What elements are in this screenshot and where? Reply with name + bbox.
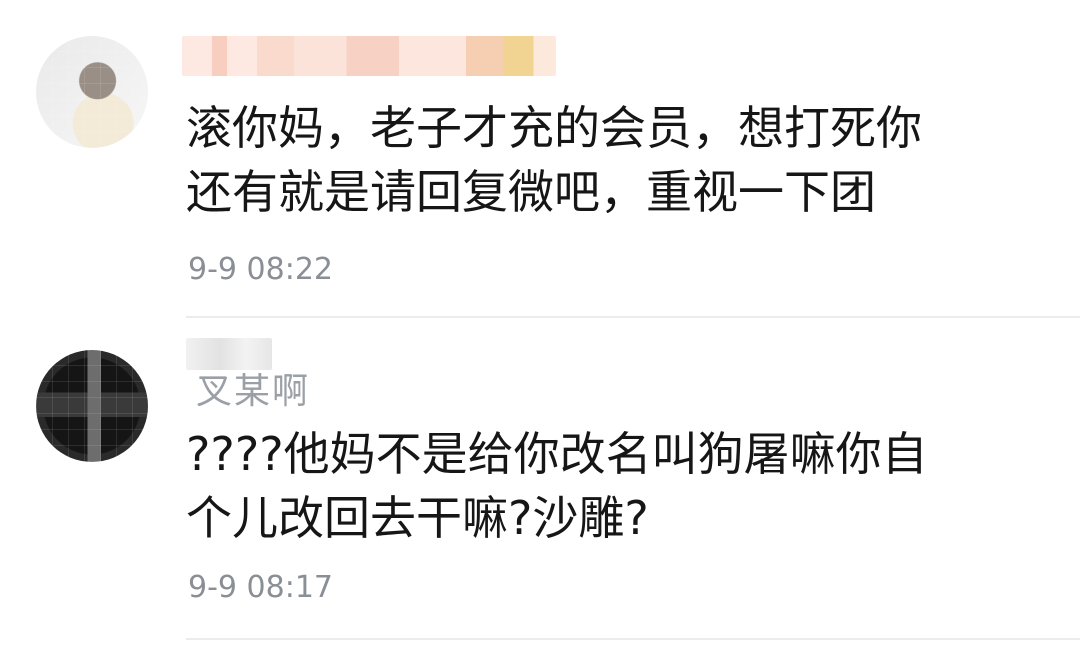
username-blurred[interactable] <box>182 36 556 76</box>
comment-item[interactable]: 滚你妈，老子才充的会员，想打死你 还有就是请回复微吧，重视一下团 9-9 08:… <box>0 0 1080 318</box>
username-partial[interactable]: 叉某啊 <box>196 362 310 414</box>
comment-timestamp: 9-9 08:17 <box>188 570 333 605</box>
divider <box>186 638 1080 640</box>
divider <box>186 316 1080 318</box>
comment-text: ????他妈不是给你改名叫狗屠嘛你自 个儿改回去干嘛?沙雕? <box>186 427 928 545</box>
comment-item[interactable]: 叉某啊 ????他妈不是给你改名叫狗屠嘛你自 个儿改回去干嘛?沙雕? 9-9 0… <box>0 320 1080 640</box>
comment-list: 滚你妈，老子才充的会员，想打死你 还有就是请回复微吧，重视一下团 9-9 08:… <box>0 0 1080 652</box>
comment-timestamp: 9-9 08:22 <box>188 252 333 287</box>
avatar-mosaic <box>36 350 148 462</box>
avatar[interactable] <box>36 350 148 462</box>
avatar[interactable] <box>36 36 148 148</box>
comment-text: 滚你妈，老子才充的会员，想打死你 还有就是请回复微吧，重视一下团 <box>186 101 922 219</box>
avatar-mosaic <box>36 36 148 148</box>
